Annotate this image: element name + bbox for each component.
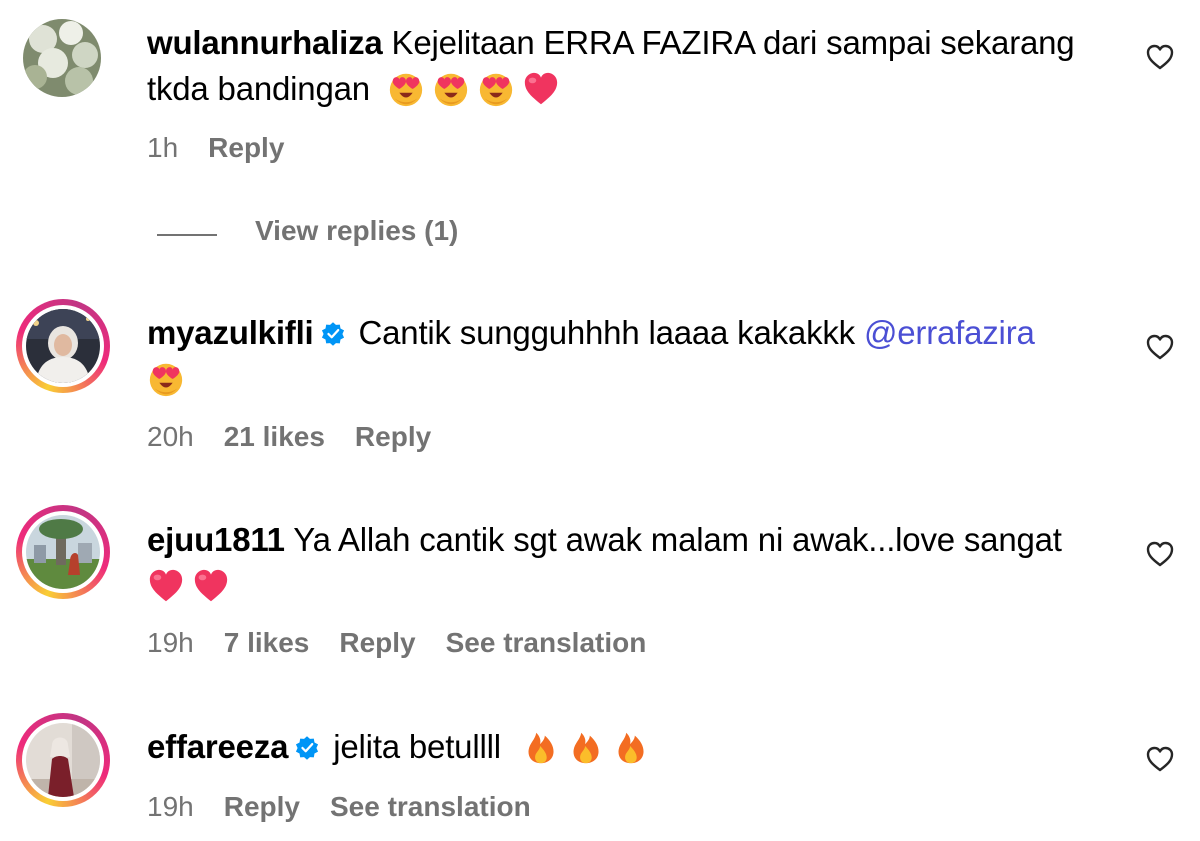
like-heart-icon[interactable] xyxy=(1145,539,1175,569)
username[interactable]: effareeza xyxy=(147,728,288,765)
comment-body: Ya Allah cantik sgt awak malam ni awak..… xyxy=(293,521,1062,558)
red-heart-emoji xyxy=(147,567,185,605)
see-translation-button[interactable]: See translation xyxy=(446,627,647,659)
reply-button[interactable]: Reply xyxy=(224,791,300,823)
comment-meta: 1h Reply xyxy=(147,132,284,164)
avatar-image xyxy=(26,309,100,383)
avatar-wulannurhaliza[interactable] xyxy=(23,19,101,97)
avatar-image xyxy=(23,19,101,97)
comment-text: ejuu1811 Ya Allah cantik sgt awak malam … xyxy=(147,517,1107,609)
fire-emoji xyxy=(612,728,650,766)
verified-badge-icon xyxy=(294,735,320,761)
reply-button[interactable]: Reply xyxy=(355,421,431,453)
comment-body-continued: tkda bandingan xyxy=(147,70,370,107)
avatar-image xyxy=(26,723,100,797)
see-translation-button[interactable]: See translation xyxy=(330,791,531,823)
red-heart-emoji xyxy=(522,70,560,108)
comment-text: wulannurhaliza Kejelitaan ERRA FAZIRA da… xyxy=(147,20,1107,112)
heart-eyes-emoji xyxy=(387,70,425,108)
like-heart-icon[interactable] xyxy=(1145,332,1175,362)
fire-emoji xyxy=(567,728,605,766)
comment-meta: 19h 7 likes Reply See translation xyxy=(147,627,646,659)
avatar-myazulkifli[interactable] xyxy=(16,299,110,393)
comment-text: myazulkifli Cantik sungguhhhh laaaa kaka… xyxy=(147,310,1107,402)
reply-button[interactable]: Reply xyxy=(339,627,415,659)
mention-link[interactable]: @errafazira xyxy=(864,314,1035,351)
comment-meta: 19h Reply See translation xyxy=(147,791,531,823)
heart-eyes-emoji xyxy=(147,360,185,398)
likes-count[interactable]: 21 likes xyxy=(224,421,325,453)
timestamp[interactable]: 1h xyxy=(147,132,178,164)
timestamp[interactable]: 19h xyxy=(147,627,194,659)
heart-eyes-emoji xyxy=(432,70,470,108)
fire-emoji xyxy=(522,728,560,766)
timestamp[interactable]: 19h xyxy=(147,791,194,823)
likes-count[interactable]: 7 likes xyxy=(224,627,310,659)
like-heart-icon[interactable] xyxy=(1145,744,1175,774)
comment-text: effareeza jelita betullll xyxy=(147,724,1107,770)
avatar-ejuu1811[interactable] xyxy=(16,505,110,599)
comment-body: Cantik sungguhhhh laaaa kakakkk xyxy=(358,314,856,351)
verified-badge-icon xyxy=(320,321,346,347)
heart-eyes-emoji xyxy=(477,70,515,108)
comment-body: jelita betullll xyxy=(333,728,501,765)
reply-button[interactable]: Reply xyxy=(208,132,284,164)
username[interactable]: ejuu1811 xyxy=(147,521,285,558)
timestamp[interactable]: 20h xyxy=(147,421,194,453)
avatar-effareeza[interactable] xyxy=(16,713,110,807)
avatar-image xyxy=(26,515,100,589)
comment-body: Kejelitaan ERRA FAZIRA dari sampai sekar… xyxy=(391,24,1075,61)
replies-divider xyxy=(157,234,217,236)
view-replies-button[interactable]: View replies (1) xyxy=(255,215,458,247)
username[interactable]: wulannurhaliza xyxy=(147,24,383,61)
red-heart-emoji xyxy=(192,567,230,605)
comment-meta: 20h 21 likes Reply xyxy=(147,421,431,453)
like-heart-icon[interactable] xyxy=(1145,42,1175,72)
username[interactable]: myazulkifli xyxy=(147,314,314,351)
